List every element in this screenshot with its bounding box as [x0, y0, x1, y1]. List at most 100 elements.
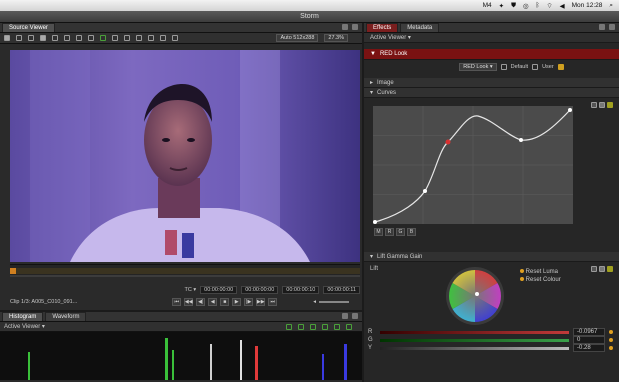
- scope-blue-icon[interactable]: [334, 323, 340, 330]
- tc-end-field[interactable]: 00:00:00:11: [323, 286, 360, 294]
- slider-g-value[interactable]: 0: [573, 336, 605, 344]
- window-titlebar: Storm: [0, 11, 619, 23]
- tab-source-viewer[interactable]: Source Viewer: [2, 23, 55, 32]
- play-button[interactable]: ▶: [232, 298, 242, 306]
- split-icon[interactable]: [172, 35, 178, 41]
- slider-y-reset-icon[interactable]: [609, 346, 613, 350]
- effects-panel: Effects Metadata Active Viewer ▾ ▼ RED L…: [364, 23, 619, 382]
- video-frame[interactable]: [10, 50, 360, 262]
- curves-mini-controls: [591, 102, 613, 108]
- eyedropper-icon[interactable]: [148, 35, 154, 41]
- go-to-start-button[interactable]: ⏮: [172, 298, 182, 306]
- wifi-icon[interactable]: ⌔: [547, 1, 553, 10]
- scope-red-icon[interactable]: [310, 323, 316, 330]
- curve-enable-icon[interactable]: [607, 102, 613, 108]
- step-back-button[interactable]: ◀|: [196, 298, 206, 306]
- slider-r-reset-icon[interactable]: [609, 330, 613, 334]
- zoom-dropdown[interactable]: 27.3%: [324, 34, 348, 42]
- sync-icon[interactable]: ◎: [523, 2, 529, 10]
- grid-icon[interactable]: [40, 35, 46, 41]
- scope-luma-icon[interactable]: [298, 323, 304, 330]
- menubar-clock[interactable]: Mon 12:28: [572, 2, 603, 9]
- look-save-icon[interactable]: [500, 64, 507, 70]
- pen-tool-icon[interactable]: [16, 35, 22, 41]
- menubar-status-m4[interactable]: M4: [483, 2, 492, 9]
- hand-tool-icon[interactable]: [4, 35, 10, 41]
- slider-g-reset-icon[interactable]: [609, 338, 613, 342]
- slider-g-track[interactable]: [380, 338, 569, 342]
- polygon-mask-icon[interactable]: [76, 35, 82, 41]
- tc-mode-dropdown[interactable]: TC ▾: [185, 287, 197, 293]
- prev-clip-button[interactable]: ◀◀: [184, 298, 194, 306]
- color-picker-icon[interactable]: [88, 35, 94, 41]
- slider-y-value[interactable]: -0.28: [573, 344, 605, 352]
- tc-in-field[interactable]: 00:00:00:00: [200, 286, 238, 294]
- shield-icon[interactable]: ⛊: [511, 2, 516, 10]
- lift-reset-icon[interactable]: [591, 266, 597, 272]
- curves-section-header[interactable]: ▾ Curves: [364, 88, 619, 98]
- lift-copy-icon[interactable]: [599, 266, 605, 272]
- look-preset-dropdown[interactable]: RED Look ▾: [459, 63, 497, 71]
- brush-icon[interactable]: [136, 35, 142, 41]
- waveform-overlay-icon[interactable]: [100, 35, 106, 41]
- curve-copy-icon[interactable]: [599, 102, 605, 108]
- image-section-header[interactable]: ▸ Image: [364, 78, 619, 88]
- scope-parade-icon[interactable]: [346, 323, 352, 330]
- scope-rgb-icon[interactable]: [286, 323, 292, 330]
- curve-blue-button[interactable]: B: [407, 228, 416, 236]
- scopes-toolbar: Active Viewer ▾: [0, 322, 362, 332]
- volume-icon-small[interactable]: ◂: [313, 299, 316, 305]
- panel-options-icon[interactable]: [342, 24, 348, 30]
- step-forward-button[interactable]: |▶: [244, 298, 254, 306]
- tab-histogram[interactable]: Histogram: [2, 312, 44, 321]
- effects-active-viewer-dropdown[interactable]: Active Viewer ▾: [370, 34, 411, 41]
- effects-close-icon[interactable]: [609, 24, 615, 30]
- tab-effects[interactable]: Effects: [366, 23, 399, 32]
- bluetooth-icon[interactable]: ᛒ: [536, 2, 540, 9]
- crop-icon[interactable]: [52, 35, 58, 41]
- resolution-dropdown[interactable]: Auto 512x288: [276, 34, 319, 42]
- lift-enable-icon[interactable]: [607, 266, 613, 272]
- rect-mask-icon[interactable]: [64, 35, 70, 41]
- play-reverse-button[interactable]: ◀: [208, 298, 218, 306]
- next-clip-button[interactable]: ▶▶: [256, 298, 266, 306]
- scopes-options-icon[interactable]: [342, 313, 348, 319]
- default-checkbox[interactable]: [532, 64, 539, 70]
- tab-waveform[interactable]: Waveform: [45, 312, 87, 321]
- go-to-end-button[interactable]: ⏭: [268, 298, 278, 306]
- zoom-tool-icon[interactable]: [28, 35, 34, 41]
- curves-graph[interactable]: [373, 106, 573, 224]
- curve-master-button[interactable]: M: [374, 228, 383, 236]
- stop-button[interactable]: ■: [220, 298, 230, 306]
- volume-slider[interactable]: [319, 301, 349, 303]
- reset-colour-link[interactable]: Reset Colour: [526, 277, 561, 283]
- timeline-scrubber[interactable]: [10, 264, 360, 277]
- lgg-section-header[interactable]: ▾ Lift Gamma Gain: [364, 252, 619, 262]
- tab-metadata[interactable]: Metadata: [400, 23, 440, 32]
- tc-current-field[interactable]: 00:00:00:00: [241, 286, 279, 294]
- scope-green-icon[interactable]: [322, 323, 328, 330]
- reset-luma-link[interactable]: Reset Luma: [526, 269, 558, 275]
- user-checkbox[interactable]: [557, 64, 564, 70]
- lift-color-wheel[interactable]: [440, 266, 510, 326]
- scopes-close-icon[interactable]: [352, 313, 358, 319]
- scopes-active-viewer-dropdown[interactable]: Active Viewer ▾: [4, 323, 45, 330]
- compare-icon[interactable]: [160, 35, 166, 41]
- spotlight-search-icon[interactable]: ⌕: [609, 2, 613, 10]
- slider-y-track[interactable]: [380, 346, 569, 350]
- effects-options-icon[interactable]: [599, 24, 605, 30]
- volume-icon[interactable]: ◀: [560, 2, 565, 10]
- levels-icon[interactable]: [124, 35, 130, 41]
- tc-duration-field[interactable]: 00:00:00:10: [282, 286, 320, 294]
- curve-green-button[interactable]: G: [396, 228, 405, 236]
- panel-close-icon[interactable]: [352, 24, 358, 30]
- arrow-icon[interactable]: [112, 35, 118, 41]
- source-viewer-tabs: Source Viewer: [0, 23, 362, 33]
- slider-r-value[interactable]: -0.0967: [573, 328, 605, 336]
- lift-wheel-handle[interactable]: [475, 292, 479, 296]
- curve-reset-icon[interactable]: [591, 102, 597, 108]
- dropbox-icon[interactable]: ✦: [499, 2, 504, 10]
- red-look-header[interactable]: ▼ RED Look: [364, 49, 619, 60]
- slider-r-track[interactable]: [380, 330, 569, 334]
- curve-red-button[interactable]: R: [385, 228, 394, 236]
